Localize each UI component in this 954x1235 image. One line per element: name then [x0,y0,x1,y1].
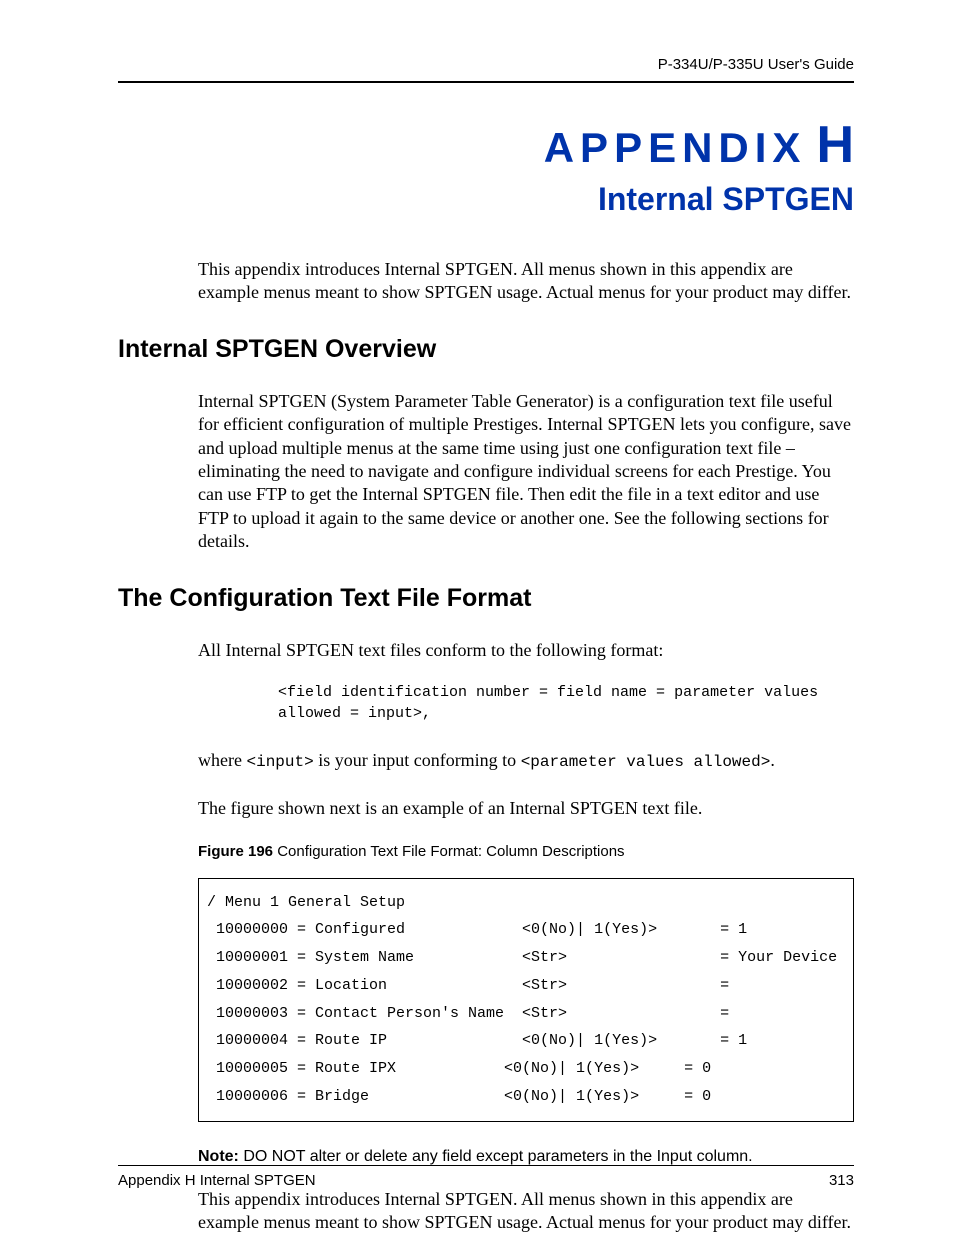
closing-paragraph: This appendix introduces Internal SPTGEN… [198,1188,854,1235]
text-fragment: where [198,750,246,770]
note-text: DO NOT alter or delete any field except … [239,1148,753,1165]
appendix-title: APPENDIXH [118,115,854,175]
footer-rule [118,1165,854,1166]
figure-caption-text: Configuration Text File Format: Column D… [273,843,625,860]
appendix-subtitle: Internal SPTGEN [118,181,854,218]
code-param-values: <parameter values allowed> [521,753,771,771]
note-paragraph: Note: DO NOT alter or delete any field e… [198,1148,854,1166]
code-input: <input> [246,753,313,771]
page-footer: Appendix H Internal SPTGEN 313 [118,1165,854,1189]
header-rule [118,81,854,83]
header-guide: P-334U/P-335U User's Guide [118,56,854,73]
figure-intro-paragraph: The figure shown next is an example of a… [198,797,854,820]
text-fragment: . [770,750,775,770]
overview-paragraph: Internal SPTGEN (System Parameter Table … [198,390,854,554]
figure-label: Figure 196 [198,843,273,860]
text-fragment: is your input conforming to [314,750,521,770]
footer-page-number: 313 [829,1172,854,1189]
format-intro-paragraph: All Internal SPTGEN text files conform t… [198,639,854,662]
config-example-box: / Menu 1 General Setup 10000000 = Config… [198,878,854,1122]
format-where-paragraph: where <input> is your input conforming t… [198,748,854,773]
format-syntax-block: <field identification number = field nam… [278,682,854,724]
note-label: Note: [198,1148,239,1165]
figure-caption: Figure 196 Configuration Text File Forma… [198,843,854,860]
intro-paragraph: This appendix introduces Internal SPTGEN… [198,258,854,305]
footer-left: Appendix H Internal SPTGEN [118,1172,316,1189]
appendix-letter: H [816,116,854,174]
appendix-word: APPENDIX [544,124,807,171]
section-format-heading: The Configuration Text File Format [118,584,854,613]
section-overview-heading: Internal SPTGEN Overview [118,335,854,364]
